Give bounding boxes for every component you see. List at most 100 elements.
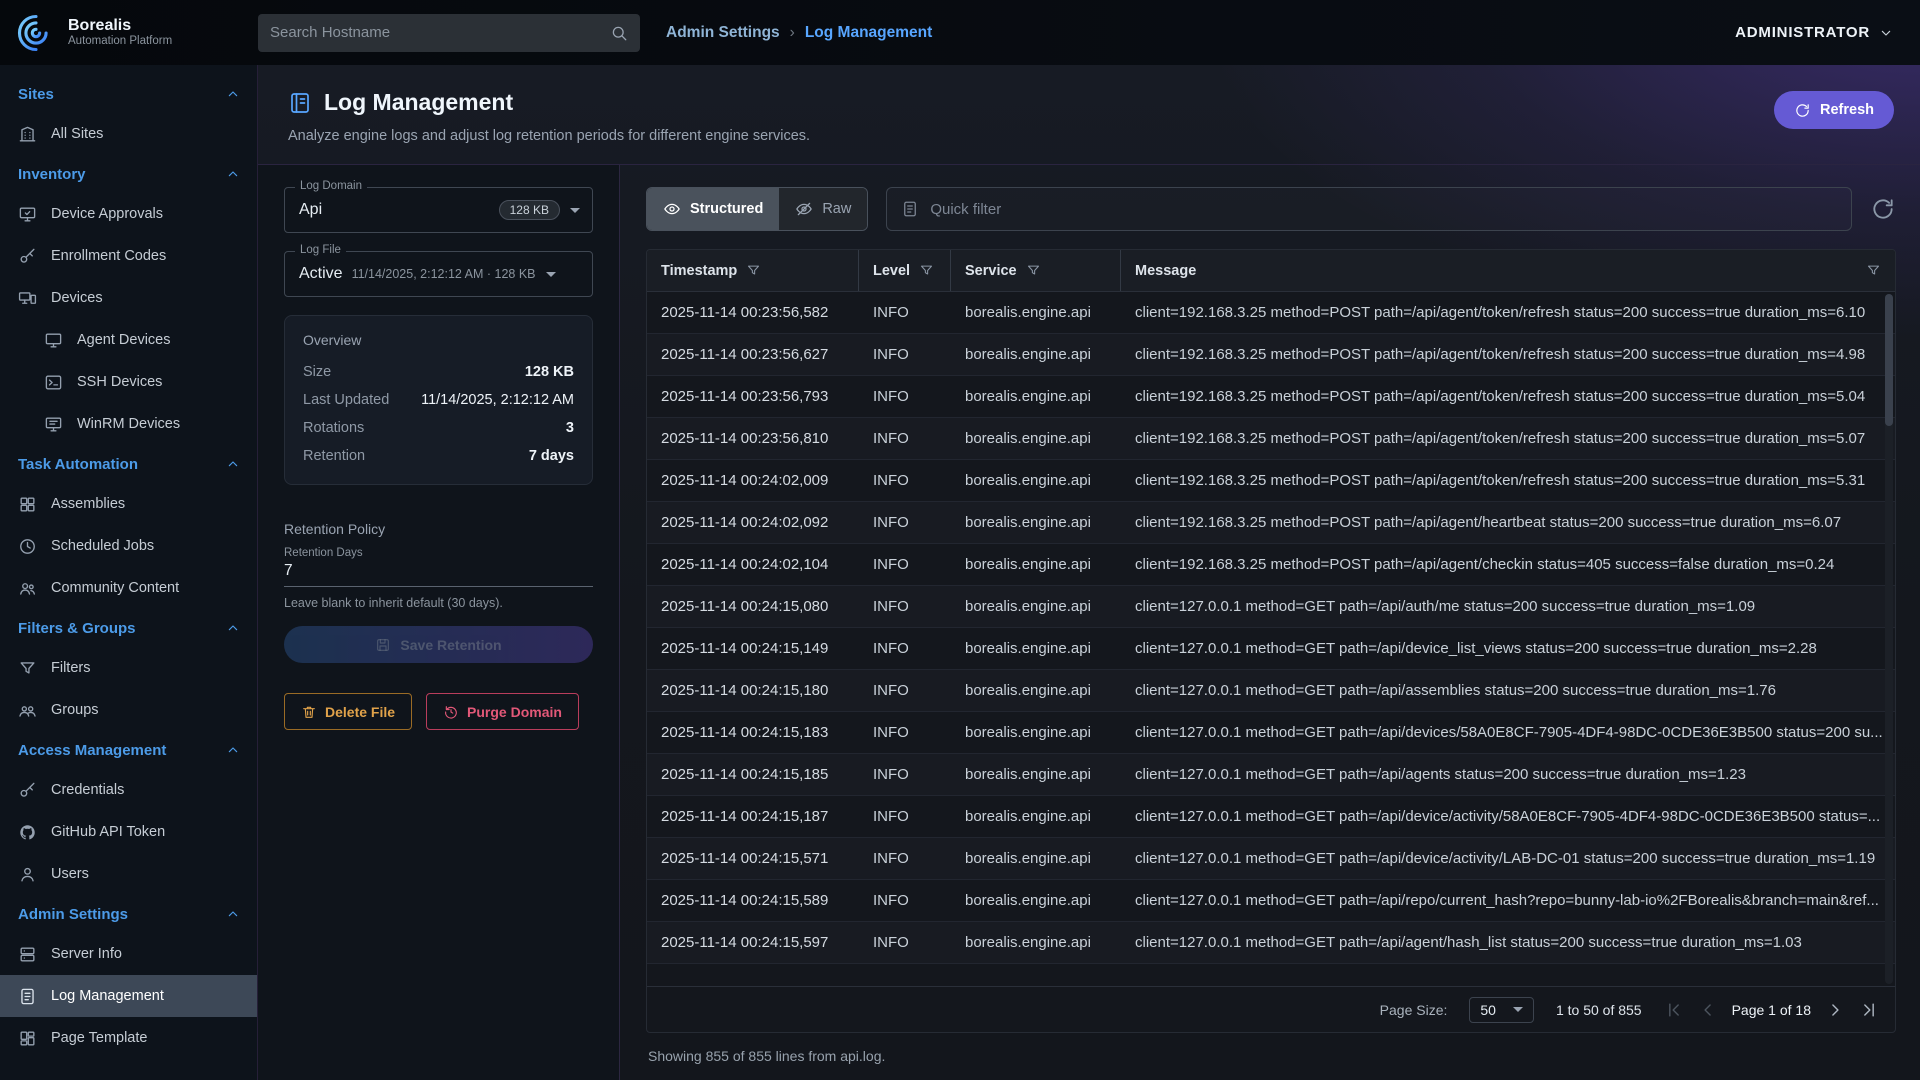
log-row[interactable]: 2025-11-14 00:24:15,183INFOborealis.engi… xyxy=(647,712,1895,754)
log-row[interactable]: 2025-11-14 00:24:15,185INFOborealis.engi… xyxy=(647,754,1895,796)
log-cell-svc: borealis.engine.api xyxy=(951,934,1121,951)
user-menu-label: ADMINISTRATOR xyxy=(1735,24,1870,41)
user-menu[interactable]: ADMINISTRATOR xyxy=(1735,24,1894,41)
log-row[interactable]: 2025-11-14 00:23:56,582INFOborealis.engi… xyxy=(647,292,1895,334)
showing-lines-note: Showing 855 of 855 lines from api.log. xyxy=(646,1033,1896,1080)
retention-policy-section: Retention Policy Retention Days Leave bl… xyxy=(284,521,593,663)
log-cell-ts: 2025-11-14 00:24:02,104 xyxy=(647,556,859,573)
log-row[interactable]: 2025-11-14 00:24:15,187INFOborealis.engi… xyxy=(647,796,1895,838)
column-header-level[interactable]: Level xyxy=(859,250,951,291)
sidebar-item-filters[interactable]: Filters xyxy=(0,647,257,689)
purge-domain-button[interactable]: Purge Domain xyxy=(426,693,579,730)
overview-row: Rotations3 xyxy=(303,414,574,442)
sidebar-section-access-management[interactable]: Access Management xyxy=(0,731,257,769)
quick-filter-input[interactable] xyxy=(930,201,1837,218)
sidebar-item-credentials[interactable]: Credentials xyxy=(0,769,257,811)
column-header-timestamp[interactable]: Timestamp xyxy=(647,250,859,291)
log-row[interactable]: 2025-11-14 00:24:15,080INFOborealis.engi… xyxy=(647,586,1895,628)
purge-domain-label: Purge Domain xyxy=(467,704,562,720)
log-row[interactable]: 2025-11-14 00:23:56,810INFOborealis.engi… xyxy=(647,418,1895,460)
sidebar-item-log-management[interactable]: Log Management xyxy=(0,975,257,1017)
log-cell-msg: client=127.0.0.1 method=GET path=/api/re… xyxy=(1121,892,1895,909)
delete-file-button[interactable]: Delete File xyxy=(284,693,412,730)
save-retention-label: Save Retention xyxy=(400,637,501,653)
column-header-service[interactable]: Service xyxy=(951,250,1121,291)
groups-icon xyxy=(18,701,37,720)
log-row[interactable]: 2025-11-14 00:24:02,092INFOborealis.engi… xyxy=(647,502,1895,544)
refresh-button[interactable]: Refresh xyxy=(1774,91,1894,129)
column-header-label: Message xyxy=(1135,263,1196,279)
log-row[interactable]: 2025-11-14 00:23:56,627INFOborealis.engi… xyxy=(647,334,1895,376)
log-cell-ts: 2025-11-14 00:24:15,185 xyxy=(647,766,859,783)
column-header-message[interactable]: Message xyxy=(1121,250,1895,291)
pagination-nav: Page 1 of 18 xyxy=(1664,1000,1879,1020)
sidebar-section-sites[interactable]: Sites xyxy=(0,75,257,113)
hostname-search[interactable] xyxy=(258,14,640,52)
filter-funnel-icon[interactable] xyxy=(746,263,761,278)
retention-days-input[interactable] xyxy=(284,562,593,580)
sidebar-item-page-template[interactable]: Page Template xyxy=(0,1017,257,1059)
sidebar-item-winrm-devices[interactable]: WinRM Devices xyxy=(0,403,257,445)
view-toggle-raw[interactable]: Raw xyxy=(779,188,867,230)
filter-funnel-icon[interactable] xyxy=(1026,263,1041,278)
page-size-select[interactable]: 50 xyxy=(1469,997,1534,1023)
log-domain-select[interactable]: Log Domain Api 128 KB xyxy=(284,187,593,233)
filter-funnel-icon[interactable] xyxy=(919,263,934,278)
log-cell-msg: client=192.168.3.25 method=POST path=/ap… xyxy=(1121,472,1895,489)
next-page-button[interactable] xyxy=(1825,1000,1845,1020)
log-domain-label: Log Domain xyxy=(295,180,367,192)
log-cell-lvl: INFO xyxy=(859,892,951,909)
sidebar-item-github-api-token[interactable]: GitHub API Token xyxy=(0,811,257,853)
sidebar-item-assemblies[interactable]: Assemblies xyxy=(0,483,257,525)
breadcrumb-parent[interactable]: Admin Settings xyxy=(666,24,780,42)
log-file-value: Active xyxy=(299,265,343,283)
sidebar-item-ssh-devices[interactable]: SSH Devices xyxy=(0,361,257,403)
grid-icon xyxy=(18,495,37,514)
log-row[interactable]: 2025-11-14 00:24:15,149INFOborealis.engi… xyxy=(647,628,1895,670)
sidebar-item-users[interactable]: Users xyxy=(0,853,257,895)
table-scrollbar[interactable] xyxy=(1885,294,1893,984)
last-page-button[interactable] xyxy=(1859,1000,1879,1020)
log-cell-ts: 2025-11-14 00:24:02,009 xyxy=(647,472,859,489)
first-page-button[interactable] xyxy=(1664,1000,1684,1020)
sidebar: SitesAll Sites Inventory Device ApprovalsE… xyxy=(0,65,258,1080)
sidebar-item-groups[interactable]: Groups xyxy=(0,689,257,731)
view-toggle-structured[interactable]: Structured xyxy=(647,188,779,230)
section-label: Access Management xyxy=(18,742,166,759)
sidebar-item-all-sites[interactable]: All Sites xyxy=(0,113,257,155)
sidebar-item-devices[interactable]: Devices xyxy=(0,277,257,319)
brand: Borealis Automation Platform xyxy=(14,11,258,55)
sidebar-item-device-approvals[interactable]: Device Approvals xyxy=(0,193,257,235)
save-retention-button[interactable]: Save Retention xyxy=(284,626,593,663)
filter-funnel-icon[interactable] xyxy=(1866,263,1881,278)
log-row[interactable]: 2025-11-14 00:24:15,589INFOborealis.engi… xyxy=(647,880,1895,922)
log-row[interactable]: 2025-11-14 00:24:15,571INFOborealis.engi… xyxy=(647,838,1895,880)
reload-logs-button[interactable] xyxy=(1870,196,1896,222)
sidebar-item-agent-devices[interactable]: Agent Devices xyxy=(0,319,257,361)
sidebar-item-scheduled-jobs[interactable]: Scheduled Jobs xyxy=(0,525,257,567)
log-cell-svc: borealis.engine.api xyxy=(951,430,1121,447)
log-row[interactable]: 2025-11-14 00:24:15,180INFOborealis.engi… xyxy=(647,670,1895,712)
prev-page-button[interactable] xyxy=(1698,1000,1718,1020)
hostname-search-input[interactable] xyxy=(270,24,600,41)
sidebar-section-inventory[interactable]: Inventory xyxy=(0,155,257,193)
caret-down-icon xyxy=(570,208,580,213)
log-file-select[interactable]: Log File Active 11/14/2025, 2:12:12 AM ·… xyxy=(284,251,593,297)
sidebar-item-community-content[interactable]: Community Content xyxy=(0,567,257,609)
pagination-bar: Page Size: 50 1 to 50 of 855 Page 1 of 1… xyxy=(647,986,1895,1032)
log-cell-msg: client=127.0.0.1 method=GET path=/api/de… xyxy=(1121,724,1895,741)
log-row[interactable]: 2025-11-14 00:23:56,793INFOborealis.engi… xyxy=(647,376,1895,418)
log-row[interactable]: 2025-11-14 00:24:15,597INFOborealis.engi… xyxy=(647,922,1895,964)
sidebar-section-filters-groups[interactable]: Filters & Groups xyxy=(0,609,257,647)
quick-filter[interactable] xyxy=(886,187,1852,231)
sidebar-item-server-info[interactable]: Server Info xyxy=(0,933,257,975)
table-scrollbar-thumb[interactable] xyxy=(1885,294,1893,426)
log-row[interactable]: 2025-11-14 00:24:02,009INFOborealis.engi… xyxy=(647,460,1895,502)
sidebar-section-task-automation[interactable]: Task Automation xyxy=(0,445,257,483)
log-cell-svc: borealis.engine.api xyxy=(951,682,1121,699)
sidebar-item-enrollment-codes[interactable]: Enrollment Codes xyxy=(0,235,257,277)
sidebar-section-admin-settings[interactable]: Admin Settings xyxy=(0,895,257,933)
section-label: Inventory xyxy=(18,166,86,183)
log-row[interactable]: 2025-11-14 00:24:02,104INFOborealis.engi… xyxy=(647,544,1895,586)
breadcrumb-current[interactable]: Log Management xyxy=(805,24,932,42)
